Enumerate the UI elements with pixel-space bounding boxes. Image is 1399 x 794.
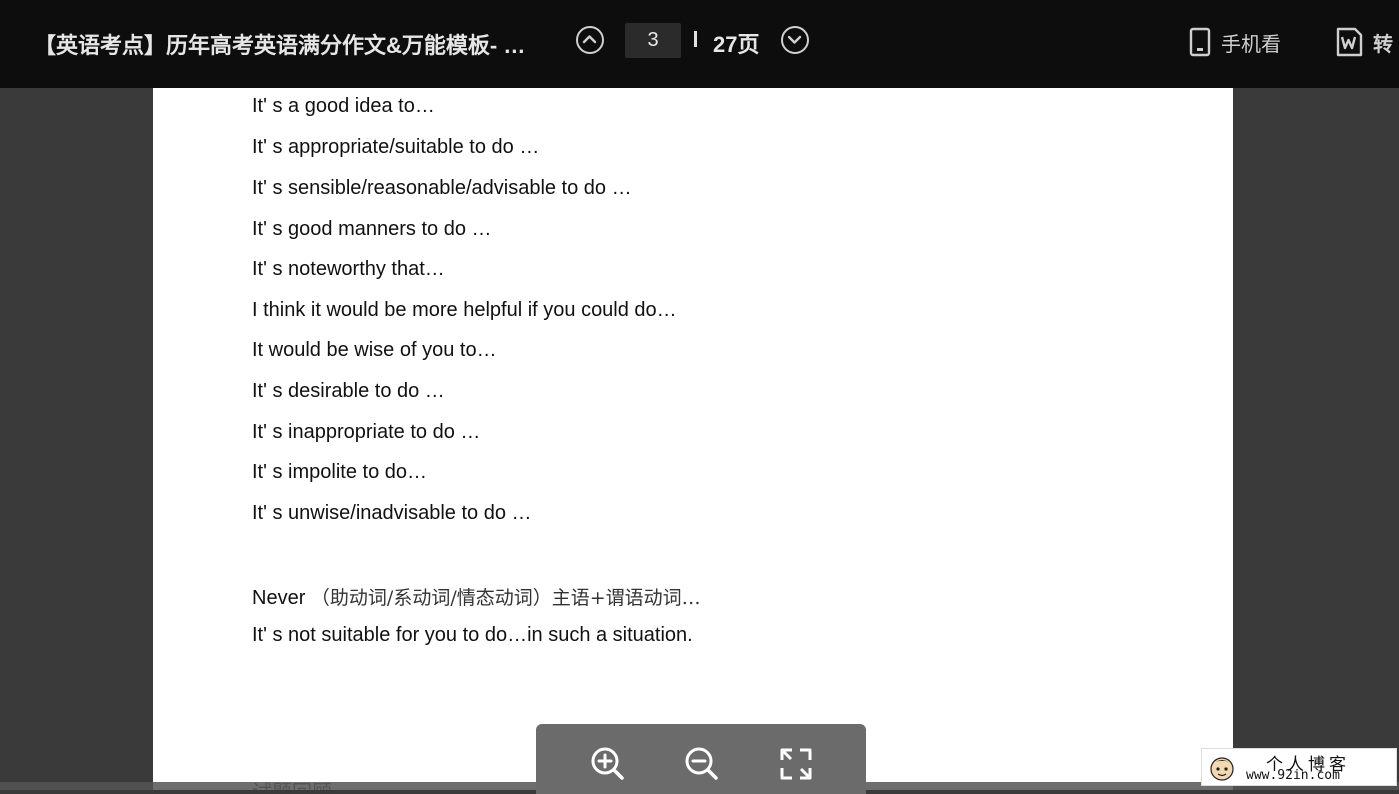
text-line: It' s inappropriate to do … [252, 421, 481, 443]
next-page-button[interactable] [781, 26, 809, 54]
document-title: 【英语考点】历年高考英语满分作文&万能模板- … [34, 33, 526, 58]
text-line: It' s appropriate/suitable to do … [252, 136, 540, 158]
zoom-out-button[interactable] [682, 744, 722, 784]
text-line: It' s desirable to do … [252, 380, 445, 402]
text-line: It' s good manners to do … [252, 218, 492, 240]
text-line: It' s unwise/inadvisable to do … [252, 502, 532, 524]
document-page: It' s a good idea to… It' s appropriate/… [153, 88, 1233, 790]
page-separator [694, 31, 697, 47]
never-line: Never （助动词/系动词/情态动词）主语+谓语动词… [252, 583, 701, 610]
cartoon-face-icon [1210, 757, 1234, 781]
chevron-down-icon [787, 35, 802, 44]
page-number-input[interactable] [625, 23, 681, 58]
mobile-view-button[interactable]: 手机看 [1189, 26, 1281, 58]
mobile-view-label: 手机看 [1221, 33, 1281, 56]
top-toolbar: 【英语考点】历年高考英语满分作文&万能模板- … 27页 手机看 转 [0, 0, 1399, 88]
fullscreen-button[interactable] [776, 744, 816, 784]
never-prefix: Never [252, 587, 306, 609]
convert-label: 转 [1373, 33, 1393, 56]
text-line: It' s sensible/reasonable/advisable to d… [252, 177, 632, 199]
text-line: It' s noteworthy that… [252, 258, 445, 280]
text-line: It' s not suitable for you to do…in such… [252, 624, 693, 646]
text-line: It would be wise of you to… [252, 339, 497, 361]
phone-icon [1189, 27, 1211, 57]
text-line: It' s impolite to do… [252, 461, 427, 483]
convert-button[interactable]: 转 [1335, 26, 1393, 58]
never-suffix: （助动词/系动词/情态动词）主语+谓语动词… [310, 587, 701, 609]
prev-page-button[interactable] [576, 26, 604, 54]
text-line: I think it would be more helpful if you … [252, 299, 677, 321]
fullscreen-icon [780, 748, 812, 780]
zoom-in-icon [591, 747, 624, 780]
zoom-out-icon [685, 747, 718, 780]
page-total: 27页 [713, 32, 760, 57]
zoom-toolbar [536, 724, 866, 794]
blog-watermark: 个人博客 www.92in.com [1201, 748, 1397, 786]
text-line: It' s a good idea to… [252, 95, 435, 117]
watermark-url: www.92in.com [1246, 768, 1340, 783]
word-doc-icon [1336, 27, 1363, 57]
chevron-up-icon [582, 35, 597, 44]
zoom-in-button[interactable] [588, 744, 628, 784]
